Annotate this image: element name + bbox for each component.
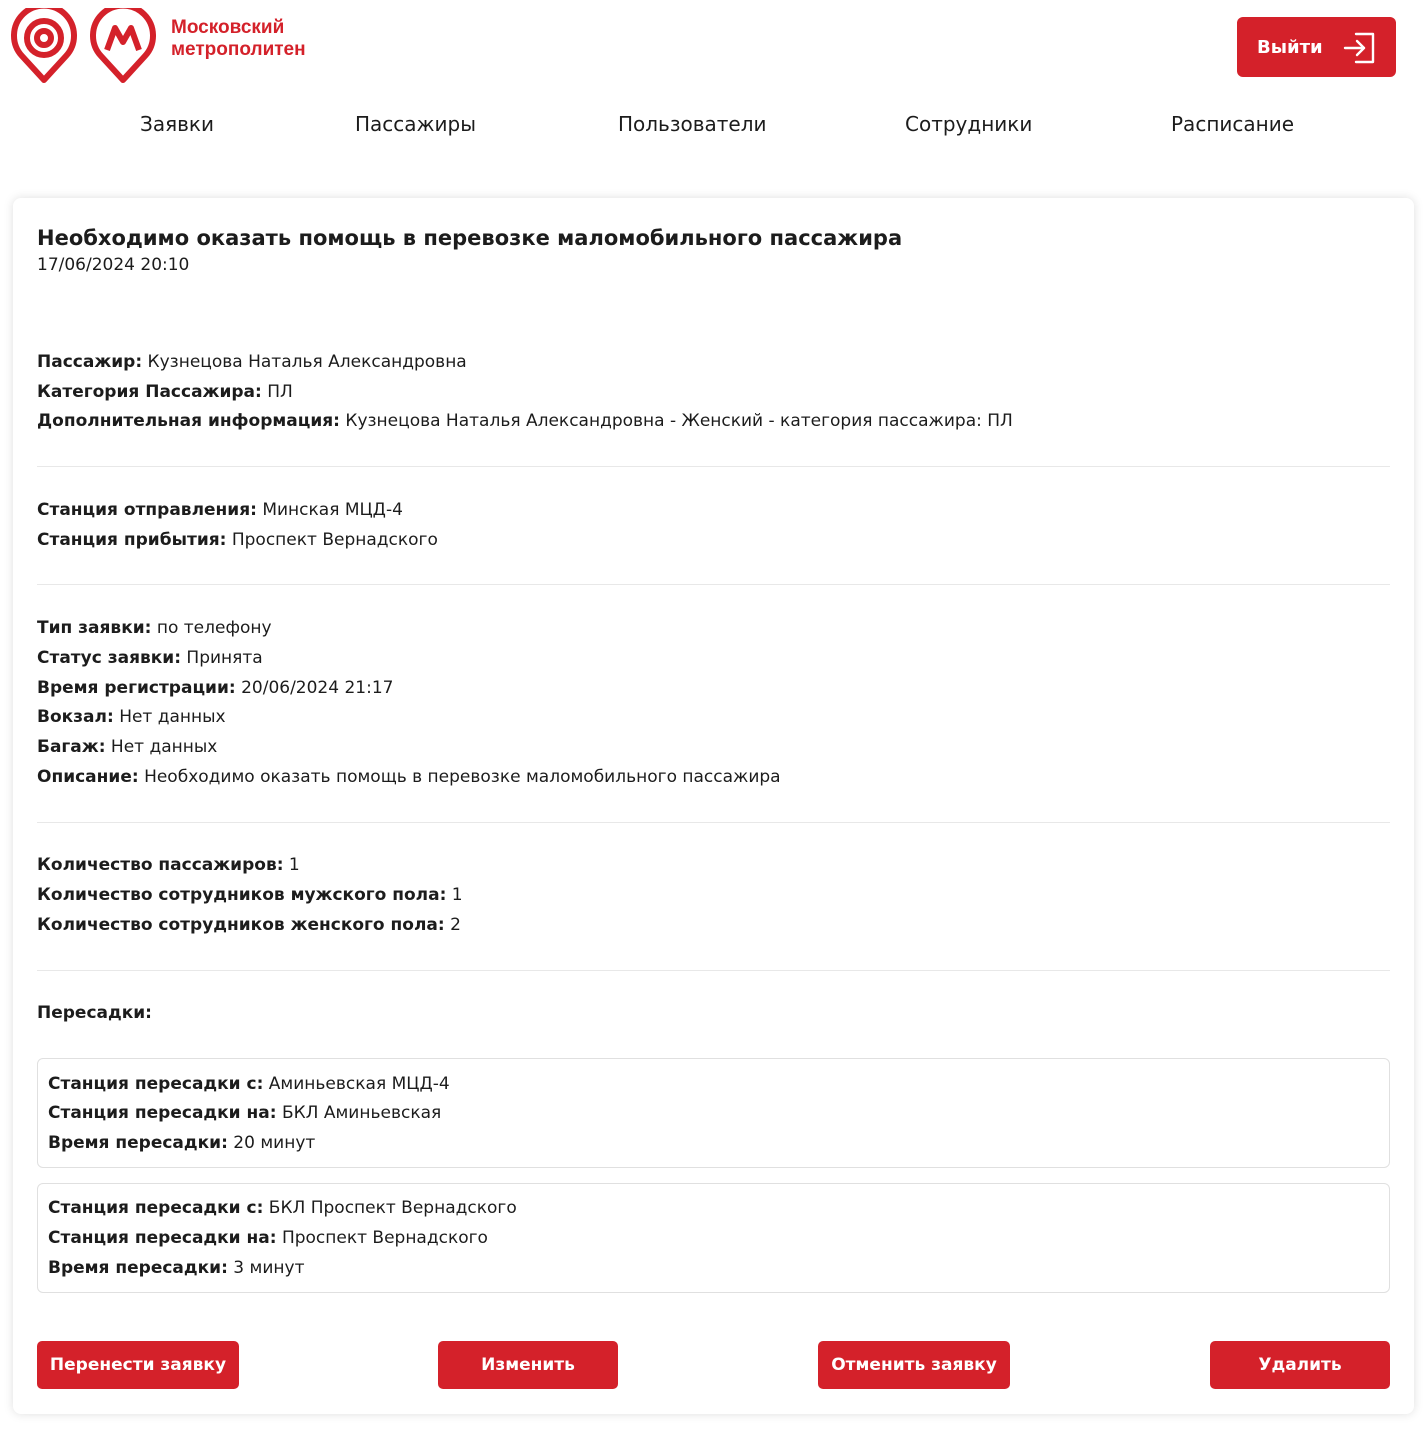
description-row: Описание: Необходимо оказать помощь в пе… (37, 766, 781, 788)
request-status-label: Статус заявки: (37, 648, 182, 668)
arrival-station-row: Станция прибытия: Проспект Вернадского (37, 529, 438, 551)
divider (37, 466, 1390, 467)
request-type-label: Тип заявки: (37, 618, 152, 638)
logout-arrow-icon (1343, 32, 1375, 64)
main-nav: Заявки Пассажиры Пользователи Сотрудники… (0, 92, 1423, 172)
male-staff-value: 1 (451, 885, 463, 905)
departure-station-label: Станция отправления: (37, 500, 257, 520)
transfer-to-label: Станция пересадки на: (48, 1228, 277, 1248)
arrival-station-label: Станция прибытия: (37, 530, 227, 550)
request-title: Необходимо оказать помощь в перевозке ма… (37, 226, 903, 250)
cancel-request-button[interactable]: Отменить заявку (818, 1341, 1010, 1389)
passenger-name-label: Пассажир: (37, 352, 143, 372)
transfers-heading: Пересадки: (37, 1002, 152, 1024)
request-status-value: Принята (186, 648, 263, 668)
logout-button[interactable]: Выйти (1237, 17, 1396, 77)
transfer-from-value: Аминьевская МЦД-4 (268, 1074, 450, 1094)
transfer-time-value: 20 минут (233, 1133, 316, 1153)
transfer-item: Станция пересадки с: БКЛ Проспект Вернад… (37, 1183, 1390, 1293)
passenger-count-label: Количество пассажиров: (37, 855, 284, 875)
railway-station-row: Вокзал: Нет данных (37, 706, 226, 728)
transfer-time-label: Время пересадки: (48, 1258, 228, 1278)
transfer-to-row: Станция пересадки на: Проспект Вернадско… (48, 1227, 488, 1249)
delete-request-button[interactable]: Удалить (1210, 1341, 1390, 1389)
transfer-to-row: Станция пересадки на: БКЛ Аминьевская (48, 1102, 441, 1124)
nav-item-schedule[interactable]: Расписание (1171, 112, 1294, 136)
baggage-value: Нет данных (110, 737, 218, 757)
nav-item-employees[interactable]: Сотрудники (905, 112, 1032, 136)
brand-name: Московский метрополитен (171, 17, 306, 61)
request-status-row: Статус заявки: Принята (37, 647, 263, 669)
request-type-row: Тип заявки: по телефону (37, 617, 272, 639)
edit-request-button[interactable]: Изменить (438, 1341, 618, 1389)
request-type-value: по телефону (156, 618, 272, 638)
passenger-category-value: ПЛ (267, 382, 293, 402)
header: Московский метрополитен Выйти (0, 0, 1423, 92)
transfer-from-row: Станция пересадки с: БКЛ Проспект Вернад… (48, 1197, 517, 1219)
passenger-info-row: Дополнительная информация: Кузнецова Нат… (37, 410, 1013, 432)
arrival-station-value: Проспект Вернадского (231, 530, 438, 550)
logout-label: Выйти (1257, 36, 1323, 58)
request-card: Необходимо оказать помощь в перевозке ма… (13, 198, 1414, 1414)
passenger-category-label: Категория Пассажира: (37, 382, 262, 402)
divider (37, 584, 1390, 585)
male-staff-label: Количество сотрудников мужского пола: (37, 885, 447, 905)
metro-logo-icon[interactable] (90, 8, 156, 86)
description-label: Описание: (37, 767, 139, 787)
divider (37, 970, 1390, 971)
passenger-info-label: Дополнительная информация: (37, 411, 340, 431)
passenger-count-value: 1 (288, 855, 300, 875)
baggage-label: Багаж: (37, 737, 106, 757)
passenger-name-value: Кузнецова Наталья Александровна (147, 352, 467, 372)
departure-station-row: Станция отправления: Минская МЦД-4 (37, 499, 403, 521)
transfer-from-row: Станция пересадки с: Аминьевская МЦД-4 (48, 1073, 450, 1095)
registration-time-row: Время регистрации: 20/06/2024 21:17 (37, 677, 393, 699)
female-staff-label: Количество сотрудников женского пола: (37, 915, 445, 935)
passenger-name-row: Пассажир: Кузнецова Наталья Александровн… (37, 351, 467, 373)
passenger-info-value: Кузнецова Наталья Александровна - Женски… (345, 411, 1013, 431)
nav-item-requests[interactable]: Заявки (140, 112, 214, 136)
female-staff-value: 2 (450, 915, 461, 935)
brand-line-2: метрополитен (171, 39, 306, 60)
baggage-row: Багаж: Нет данных (37, 736, 217, 758)
passenger-category-row: Категория Пассажира: ПЛ (37, 381, 293, 403)
transfer-item: Станция пересадки с: Аминьевская МЦД-4 С… (37, 1058, 1390, 1168)
passenger-count-row: Количество пассажиров: 1 (37, 854, 300, 876)
transfer-from-label: Станция пересадки с: (48, 1074, 264, 1094)
transfer-time-value: 3 минут (233, 1258, 305, 1278)
divider (37, 822, 1390, 823)
move-request-button[interactable]: Перенести заявку (37, 1341, 239, 1389)
transfer-time-row: Время пересадки: 3 минут (48, 1257, 304, 1279)
transfers-label: Пересадки: (37, 1003, 152, 1023)
registration-time-value: 20/06/2024 21:17 (241, 678, 394, 698)
female-staff-row: Количество сотрудников женского пола: 2 (37, 914, 461, 936)
brand-line-1: Московский (171, 17, 285, 38)
registration-time-label: Время регистрации: (37, 678, 236, 698)
transfer-to-value: БКЛ Аминьевская (281, 1103, 442, 1123)
transfer-time-row: Время пересадки: 20 минут (48, 1132, 315, 1154)
transfer-from-label: Станция пересадки с: (48, 1198, 264, 1218)
description-value: Необходимо оказать помощь в перевозке ма… (144, 767, 781, 787)
request-date: 17/06/2024 20:10 (37, 255, 190, 275)
transfer-to-value: Проспект Вернадского (281, 1228, 488, 1248)
nav-item-passengers[interactable]: Пассажиры (355, 112, 476, 136)
departure-station-value: Минская МЦД-4 (262, 500, 403, 520)
mcd-logo-icon[interactable] (10, 8, 78, 86)
transfer-from-value: БКЛ Проспект Вернадского (268, 1198, 517, 1218)
male-staff-row: Количество сотрудников мужского пола: 1 (37, 884, 463, 906)
railway-station-label: Вокзал: (37, 707, 114, 727)
transfer-to-label: Станция пересадки на: (48, 1103, 277, 1123)
nav-item-users[interactable]: Пользователи (618, 112, 767, 136)
railway-station-value: Нет данных (119, 707, 226, 727)
transfer-time-label: Время пересадки: (48, 1133, 228, 1153)
